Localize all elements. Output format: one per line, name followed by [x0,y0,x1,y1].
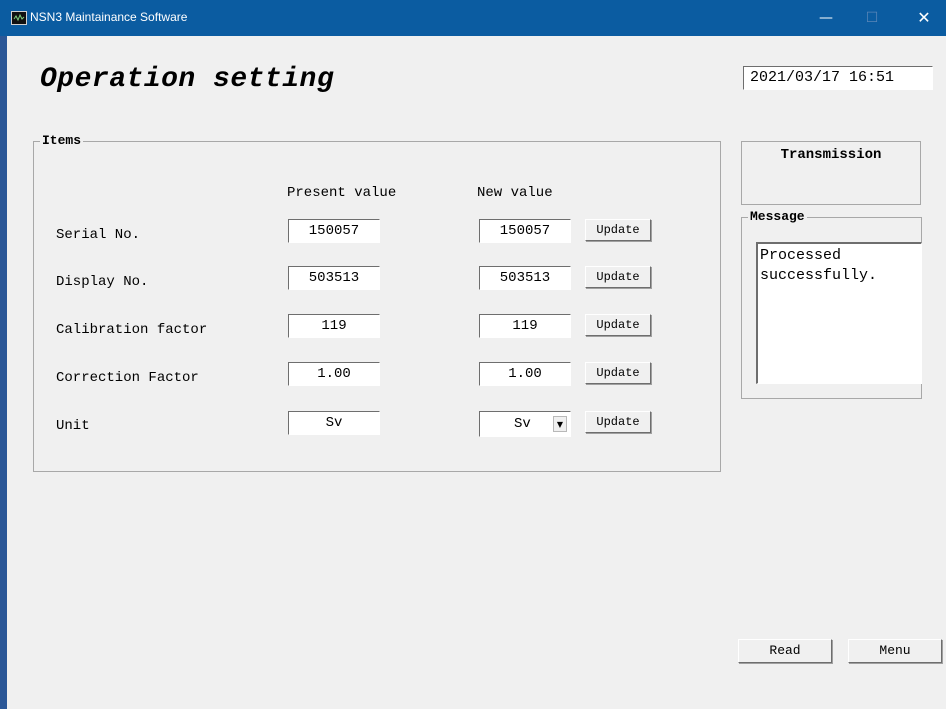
calibration-factor-label: Calibration factor [56,322,208,338]
chevron-down-icon[interactable]: ▼ [553,416,567,432]
window-border [0,36,7,709]
title-bar[interactable]: NSN3 Maintainance Software — ☐ ✕ [0,0,946,36]
unit-select-value: Sv [514,416,531,432]
minimize-button[interactable]: — [806,0,846,36]
window-title: NSN3 Maintainance Software [30,10,188,24]
unit-select[interactable]: Sv ▼ [479,411,571,437]
message-textarea[interactable]: Processed successfully. [756,242,922,384]
display-no-present-field: 503513 [288,266,380,290]
display-no-update-button[interactable]: Update [585,266,651,288]
correction-factor-new-field[interactable]: 1.00 [479,362,571,386]
serial-no-label: Serial No. [56,227,141,243]
datetime-display: 2021/03/17 16:51 [743,66,933,90]
calibration-factor-present-field: 119 [288,314,380,338]
serial-no-present-field: 150057 [288,219,380,243]
serial-no-new-field[interactable]: 150057 [479,219,571,243]
correction-factor-present-field: 1.00 [288,362,380,386]
calibration-factor-new-field[interactable]: 119 [479,314,571,338]
unit-update-button[interactable]: Update [585,411,651,433]
read-button[interactable]: Read [738,639,832,663]
correction-factor-label: Correction Factor [56,370,199,386]
new-value-header: New value [477,185,553,201]
page-title: Operation setting [40,64,335,95]
transmission-indicator: Transmission [741,141,921,205]
maximize-button[interactable]: ☐ [852,0,892,36]
present-value-header: Present value [287,185,397,201]
items-group-label: Items [40,133,84,148]
display-no-new-field[interactable]: 503513 [479,266,571,290]
unit-label: Unit [56,418,90,434]
calibration-factor-update-button[interactable]: Update [585,314,651,336]
app-window: NSN3 Maintainance Software — ☐ ✕ Operati… [0,0,946,709]
menu-button[interactable]: Menu [848,639,942,663]
display-no-label: Display No. [56,274,149,290]
unit-present-field: Sv [288,411,380,435]
serial-no-update-button[interactable]: Update [585,219,651,241]
transmission-label: Transmission [780,147,882,163]
message-group-label: Message [748,209,807,224]
close-button[interactable]: ✕ [904,0,944,36]
correction-factor-update-button[interactable]: Update [585,362,651,384]
monitor-wave-icon [11,11,27,25]
